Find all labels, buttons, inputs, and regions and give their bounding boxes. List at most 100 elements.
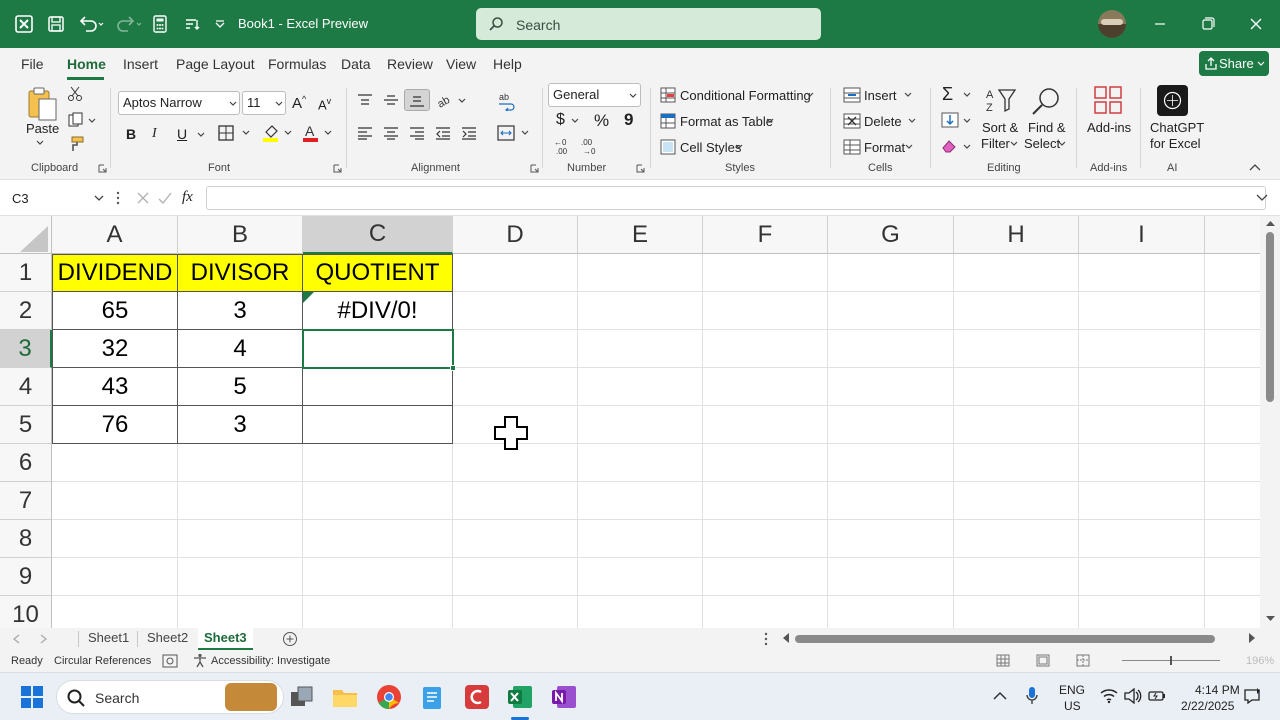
grid-cell[interactable] <box>954 596 1079 628</box>
cell-c2[interactable]: #DIV/0! <box>302 291 453 330</box>
grid-cell[interactable] <box>828 368 954 406</box>
language-label-2[interactable]: US <box>1064 699 1081 713</box>
grid-cell[interactable] <box>703 406 828 444</box>
grid-cell[interactable] <box>52 596 178 628</box>
sheet-tab-sheet1[interactable]: Sheet1 <box>88 630 129 645</box>
grid-cell[interactable] <box>954 444 1079 482</box>
name-box[interactable]: C3 <box>8 186 108 210</box>
find-select-icon[interactable] <box>1030 86 1062 118</box>
grid-cell[interactable] <box>1205 292 1260 330</box>
column-header-i[interactable]: I <box>1079 216 1205 254</box>
maximize-button[interactable] <box>1196 12 1220 36</box>
format-painter-icon[interactable] <box>68 136 84 152</box>
task-view-icon[interactable] <box>286 681 318 713</box>
insert-cells-label[interactable]: Insert <box>864 88 897 103</box>
chrome-icon[interactable] <box>373 681 405 713</box>
grid-cell[interactable] <box>828 330 954 368</box>
row-header-8[interactable]: 8 <box>0 520 52 558</box>
grid-cell[interactable] <box>303 482 453 520</box>
grid-cell[interactable] <box>828 520 954 558</box>
vertical-scroll-thumb[interactable] <box>1266 232 1274 402</box>
grid-cell[interactable] <box>453 368 578 406</box>
percent-button[interactable]: % <box>594 111 609 131</box>
sort-filter-label-2[interactable]: Filter <box>981 136 1010 151</box>
grid-cell[interactable] <box>178 444 303 482</box>
grid-cell[interactable] <box>828 558 954 596</box>
clipboard-launcher-icon[interactable] <box>98 164 107 173</box>
row-header-6[interactable]: 6 <box>0 444 52 482</box>
grid-cell[interactable] <box>178 482 303 520</box>
grid-cell[interactable] <box>954 292 1079 330</box>
grid-cell[interactable] <box>52 520 178 558</box>
grid-cell[interactable] <box>1205 558 1260 596</box>
page-break-view-icon[interactable] <box>1076 654 1090 667</box>
grid-cell[interactable] <box>828 406 954 444</box>
row-header-4[interactable]: 4 <box>0 368 52 406</box>
tab-data[interactable]: Data <box>341 56 371 72</box>
grid-cell[interactable] <box>178 596 303 628</box>
grid-cell[interactable] <box>954 558 1079 596</box>
row-header-10[interactable]: 10 <box>0 596 52 628</box>
align-middle-icon[interactable] <box>383 93 399 107</box>
tab-page-layout[interactable]: Page Layout <box>176 56 255 72</box>
grid-cell[interactable] <box>578 254 703 292</box>
chevron-down-icon[interactable] <box>806 92 814 98</box>
grid-cell[interactable] <box>1079 406 1205 444</box>
grid-cell[interactable] <box>828 254 954 292</box>
column-header-b[interactable]: B <box>178 216 303 254</box>
chevron-down-icon[interactable] <box>908 118 916 124</box>
grid-cell[interactable] <box>578 596 703 628</box>
battery-icon[interactable] <box>1148 688 1166 704</box>
wrap-text-icon[interactable]: ab <box>498 91 516 111</box>
paste-label[interactable]: Paste <box>26 121 59 136</box>
notepad-icon[interactable] <box>416 681 448 713</box>
grid-cell[interactable] <box>52 444 178 482</box>
grid-cell[interactable] <box>1079 292 1205 330</box>
increase-decimal-icon[interactable]: ←0.00 <box>553 137 577 155</box>
zoom-level[interactable]: 196% <box>1246 655 1274 667</box>
cell-a1[interactable]: DIVIDEND <box>52 254 178 292</box>
grid-cell[interactable] <box>178 558 303 596</box>
tab-help[interactable]: Help <box>493 56 522 72</box>
status-circular-references[interactable]: Circular References <box>54 655 151 667</box>
scroll-down-icon[interactable] <box>1266 616 1275 622</box>
previous-sheet-icon[interactable] <box>12 634 20 644</box>
find-select-label-1[interactable]: Find & <box>1028 120 1066 135</box>
grid-cell[interactable] <box>453 558 578 596</box>
grid-cell[interactable] <box>453 254 578 292</box>
comma-style-button[interactable]: 9 <box>624 110 633 130</box>
align-center-icon[interactable] <box>383 126 399 140</box>
grid-cell[interactable] <box>828 482 954 520</box>
grid-cell[interactable] <box>178 520 303 558</box>
format-cells-label[interactable]: Format <box>864 140 905 155</box>
fill-handle[interactable] <box>450 365 456 371</box>
increase-indent-icon[interactable] <box>461 126 477 140</box>
clock-time[interactable]: 4:14 PM <box>1195 683 1240 697</box>
chevron-down-icon[interactable] <box>766 118 774 124</box>
grid-cell[interactable] <box>303 520 453 558</box>
row-header-3[interactable]: 3 <box>0 330 52 368</box>
grid-cell[interactable] <box>703 520 828 558</box>
decrease-indent-icon[interactable] <box>435 126 451 140</box>
column-header-e[interactable]: E <box>578 216 703 254</box>
column-header-next[interactable] <box>1205 216 1260 254</box>
column-header-a[interactable]: A <box>52 216 178 254</box>
redo-icon[interactable] <box>114 12 144 36</box>
grid-cell[interactable] <box>1205 444 1260 482</box>
sort-filter-icon[interactable]: AZ <box>985 86 1017 118</box>
decrease-decimal-icon[interactable]: .00→0 <box>580 137 604 155</box>
number-format-dropdown[interactable]: General <box>548 83 641 107</box>
grid-cell[interactable] <box>1079 444 1205 482</box>
currency-button[interactable]: $ <box>556 111 565 129</box>
status-accessibility[interactable]: Accessibility: Investigate <box>211 655 330 667</box>
cell-c4[interactable] <box>302 367 453 406</box>
grid-cell[interactable] <box>303 558 453 596</box>
grid-cell[interactable] <box>1079 558 1205 596</box>
format-as-table-label[interactable]: Format as Table <box>680 114 773 129</box>
font-launcher-icon[interactable] <box>333 164 342 173</box>
grid-cell[interactable] <box>453 330 578 368</box>
font-name-dropdown[interactable]: Aptos Narrow <box>118 91 240 115</box>
accessibility-icon[interactable] <box>193 653 207 668</box>
grid-cell[interactable] <box>703 368 828 406</box>
normal-view-icon[interactable] <box>996 654 1010 667</box>
